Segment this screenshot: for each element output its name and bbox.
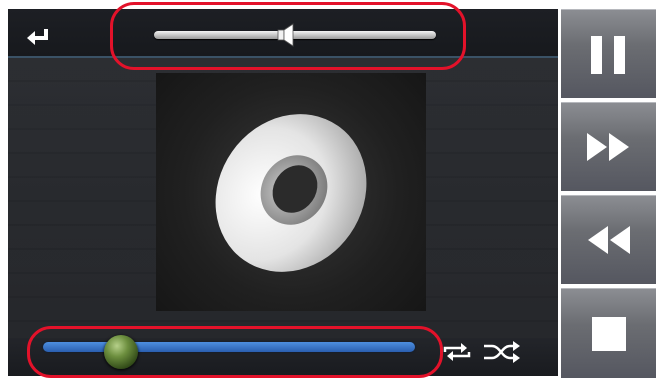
repeat-icon[interactable] [439, 340, 475, 364]
stop-button[interactable] [561, 288, 656, 378]
seek-highlight [27, 326, 443, 378]
rewind-icon [588, 226, 630, 254]
return-arrow-icon[interactable] [24, 27, 52, 49]
pause-button[interactable] [561, 9, 656, 98]
album-art [156, 73, 426, 311]
shuffle-icon[interactable] [482, 340, 522, 364]
pause-icon [591, 36, 625, 74]
stop-icon [592, 317, 626, 351]
volume-highlight [110, 2, 466, 70]
fast-forward-icon [587, 133, 629, 161]
rewind-button[interactable] [561, 195, 656, 284]
fast-forward-button[interactable] [561, 102, 656, 191]
transport-controls [561, 9, 656, 378]
disc-icon [215, 114, 367, 272]
media-player-screen [0, 0, 656, 378]
